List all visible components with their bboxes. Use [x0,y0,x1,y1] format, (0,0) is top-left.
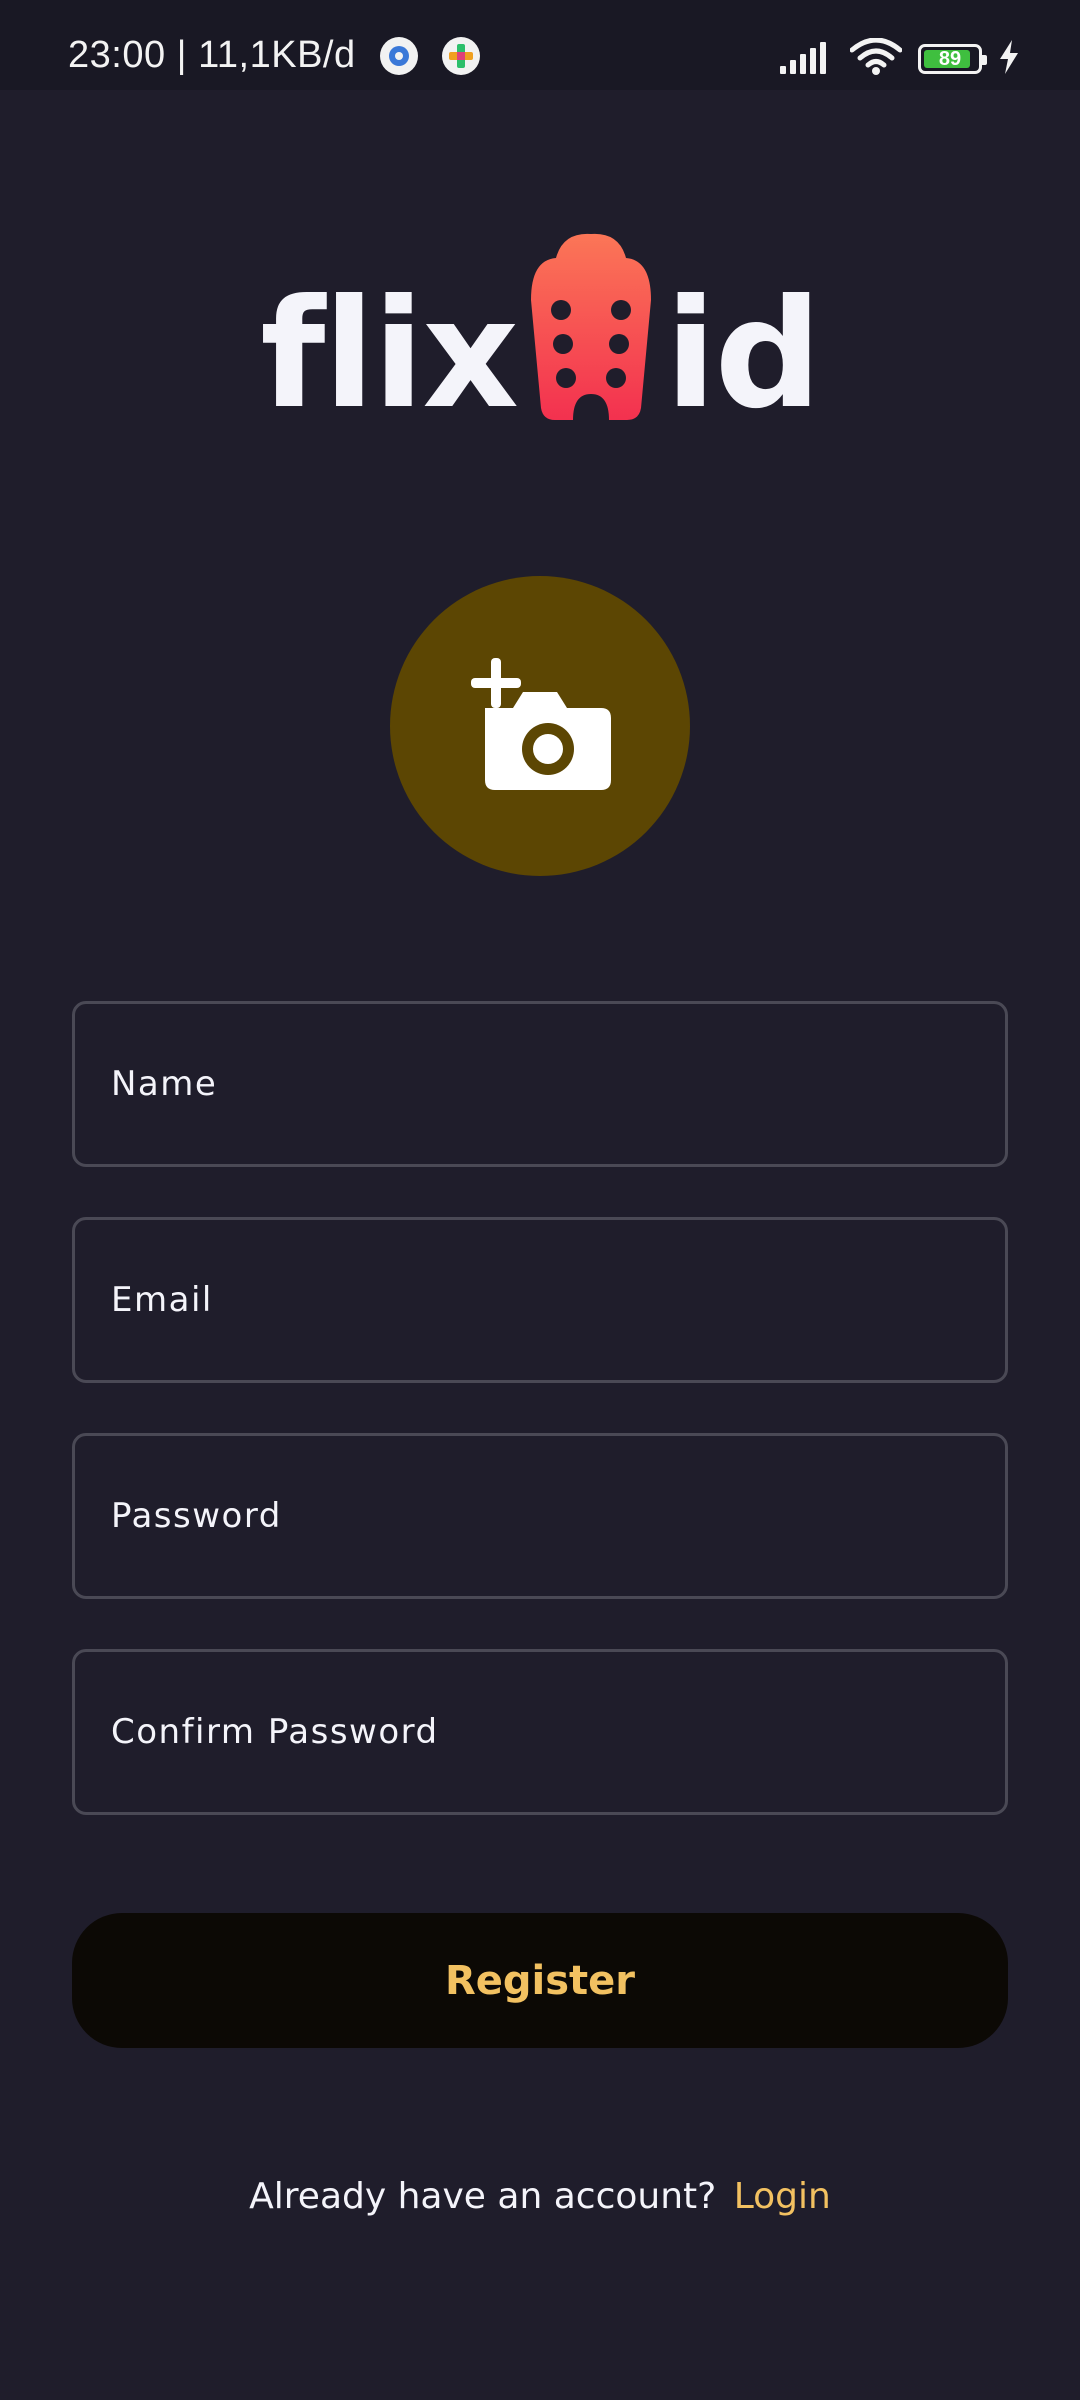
confirm-password-field[interactable] [72,1649,1008,1815]
settings-app-icon [379,36,418,75]
battery-tip [982,55,987,65]
confirm-password-input[interactable] [109,1711,971,1753]
logo-text-right: id [665,268,822,442]
games-app-icon [441,36,480,75]
email-input[interactable] [109,1279,971,1321]
signal-icon [780,40,834,78]
status-bar: 23:00 | 11,1KB/d 89 [0,0,1080,90]
register-button[interactable]: Register [72,1913,1008,2048]
status-right: 89 [780,37,1020,80]
register-screen: 23:00 | 11,1KB/d 89 flix id Name Email R… [0,0,1080,2400]
popcorn-icon [521,230,661,430]
login-prompt-row: Already have an account? Login [0,2176,1080,2217]
battery-level: 89 [938,47,962,70]
profile-photo-picker[interactable] [390,576,690,876]
app-logo: flix id [0,230,1080,430]
status-left: 23:00 | 11,1KB/d [68,34,480,77]
logo-text-left: flix [260,268,519,442]
name-input[interactable] [109,1063,971,1105]
password-input[interactable] [109,1495,971,1537]
add-photo-camera-icon [465,654,615,798]
name-field[interactable] [72,1001,1008,1167]
login-prompt-text: Already have an account? [249,2176,717,2217]
charging-icon [998,40,1020,78]
email-field[interactable] [72,1217,1008,1383]
register-button-label: Register [444,1957,636,2004]
battery-icon: 89 [918,44,987,74]
wifi-icon [849,37,903,80]
status-time-speed: 23:00 | 11,1KB/d [68,34,356,76]
login-link[interactable]: Login [734,2176,831,2217]
password-field[interactable] [72,1433,1008,1599]
